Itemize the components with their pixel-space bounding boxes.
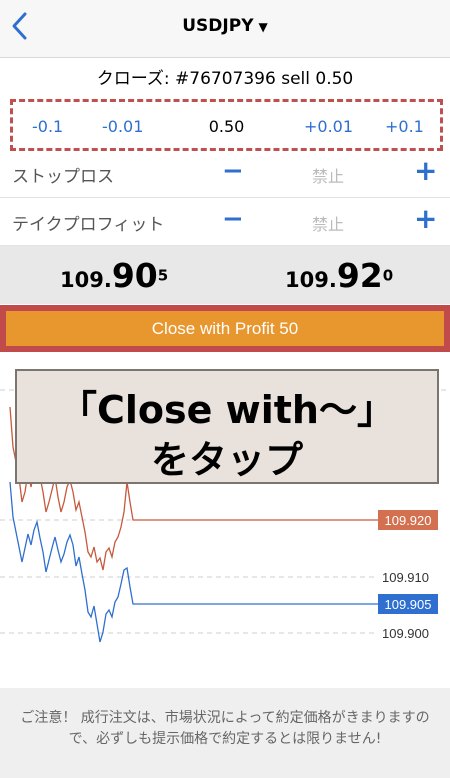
close-with-profit-button[interactable]: Close with Profit 50: [6, 311, 444, 346]
price-band: 109.905 109.920: [0, 246, 450, 304]
warning-text: ご注意！ 成行注文は、市場状況によって約定価格がきまりますので、必ずしも提示価格…: [20, 710, 430, 747]
ask-price: 109.920: [285, 256, 394, 295]
bid-price-tag-label: 109.905: [385, 597, 432, 612]
dropdown-caret-icon: ▼: [258, 20, 268, 34]
navigation-bar: USDJPY ▼: [0, 0, 450, 58]
callout-line-1: 「Close with～」: [59, 388, 395, 432]
grid-price-label: 109.900: [382, 626, 429, 641]
stop-loss-plus-button[interactable]: +: [414, 154, 437, 187]
volume-plus-0.1-button[interactable]: +0.1: [385, 117, 424, 136]
stop-loss-row: ストップロス − 禁止 +: [0, 150, 450, 198]
grid-price-label: 109.910: [382, 570, 429, 585]
symbol-title: USDJPY: [182, 16, 254, 36]
stop-loss-label: ストップロス: [12, 167, 114, 187]
bid-price: 109.905: [60, 256, 169, 295]
order-info: クローズ: #76707396 sell 0.50: [96, 69, 354, 89]
symbol-selector[interactable]: USDJPY ▼: [0, 16, 450, 36]
volume-selector: -0.1 -0.01 0.50 +0.01 +0.1: [10, 99, 443, 151]
callout-line-2: をタップ: [150, 438, 303, 482]
take-profit-label: テイクプロフィット: [12, 215, 165, 235]
stop-loss-value[interactable]: 禁止: [300, 163, 356, 187]
volume-value[interactable]: 0.50: [13, 117, 440, 136]
take-profit-plus-button[interactable]: +: [414, 202, 437, 235]
ask-price-tag-label: 109.920: [385, 513, 432, 528]
volume-plus-0.01-button[interactable]: +0.01: [304, 117, 353, 136]
warning-panel: ご注意！ 成行注文は、市場状況によって約定価格がきまりますので、必ずしも提示価格…: [0, 688, 450, 778]
take-profit-value[interactable]: 禁止: [300, 211, 356, 235]
bid-price-line: [9, 481, 378, 643]
instruction-callout: 「Close with～」 をタップ: [15, 369, 439, 484]
stop-loss-minus-button[interactable]: −: [222, 156, 244, 186]
take-profit-row: テイクプロフィット − 禁止 +: [0, 198, 450, 246]
close-button-highlight: Close with Profit 50: [0, 305, 450, 352]
take-profit-minus-button[interactable]: −: [222, 204, 244, 234]
